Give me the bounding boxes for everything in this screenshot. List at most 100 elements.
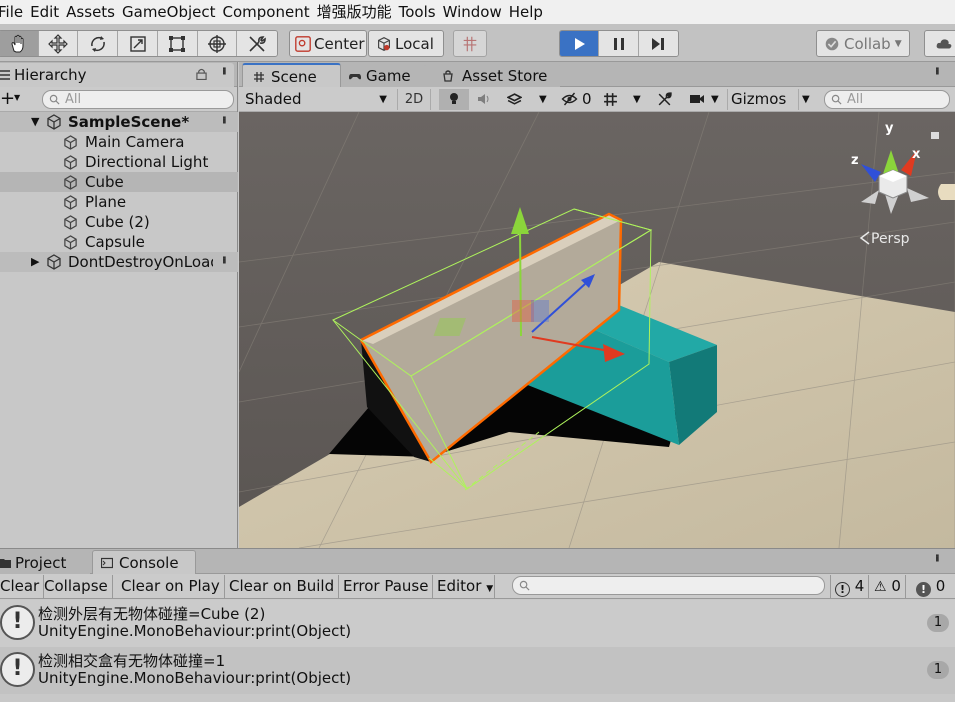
editor-dropdown[interactable]: Editor ▼	[433, 575, 495, 598]
pause-button[interactable]	[599, 31, 639, 56]
scene-row[interactable]: ▼ SampleScene* ...	[0, 112, 238, 132]
clear-on-play-button[interactable]: Clear on Play	[117, 575, 225, 598]
console-message[interactable]: ! 检测相交盒有无物体碰撞=1 UnityEngine.MonoBehaviou…	[0, 647, 955, 694]
log-filter-toggle[interactable]: ! 4	[830, 575, 870, 598]
grid-dropdown[interactable]: ▼	[603, 89, 647, 110]
axis-x-label: x	[912, 147, 921, 162]
collapse-button[interactable]: Collapse	[40, 575, 113, 598]
chevron-down-icon: ▼	[633, 94, 641, 105]
gizmos-dropdown[interactable]: Gizmos ▼	[727, 89, 813, 110]
tab-project[interactable]: Project	[0, 550, 90, 574]
clear-button[interactable]: Clear	[0, 575, 45, 598]
play-button[interactable]	[560, 31, 600, 56]
transform-tool-button[interactable]	[197, 31, 238, 56]
tools-toggle[interactable]	[657, 89, 679, 110]
gameobject-cube-icon	[64, 215, 77, 230]
console-message[interactable]: ! 检测外层有无物体碰撞=Cube (2) UnityEngine.MonoBe…	[0, 600, 955, 647]
speaker-icon	[478, 94, 489, 104]
tab-console[interactable]: Console	[92, 550, 196, 574]
custom-tool-button[interactable]	[237, 31, 277, 56]
menu-assets[interactable]: Assets	[66, 0, 122, 24]
hierarchy-item[interactable]: Capsule	[0, 232, 238, 252]
menu-edit[interactable]: Edit	[30, 0, 66, 24]
hierarchy-item[interactable]: Directional Light	[0, 152, 238, 172]
info-icon: !	[835, 582, 850, 597]
shading-mode-dropdown[interactable]: Shaded ▼	[245, 89, 387, 110]
scene-lock-icon[interactable]	[931, 132, 939, 139]
console-menu-icon[interactable]: ...	[932, 553, 948, 560]
info-message-icon: !	[0, 652, 35, 687]
menu-component[interactable]: Component	[223, 0, 317, 24]
message-text: 检测相交盒有无物体碰撞=1	[38, 652, 226, 670]
effects-dropdown[interactable]: ▼	[506, 89, 547, 110]
hierarchy-search-input[interactable]: All	[42, 90, 234, 109]
message-count-badge: 1	[927, 661, 949, 679]
ddol-menu-icon[interactable]: ...	[219, 255, 235, 262]
hierarchy-item[interactable]: Cube (2)	[0, 212, 238, 232]
add-icon[interactable]: +	[0, 88, 15, 110]
rect-tool-button[interactable]	[157, 31, 198, 56]
hidden-objects-toggle[interactable]: 0	[561, 89, 595, 110]
move-icon	[48, 33, 68, 54]
scene-search-input[interactable]: All	[824, 90, 950, 109]
move-tool-button[interactable]	[38, 31, 79, 56]
menu-window[interactable]: Window	[443, 0, 509, 24]
clear-on-build-button[interactable]: Clear on Build	[225, 575, 340, 598]
error-icon: !	[916, 582, 931, 597]
scene-tab-label: Scene	[271, 68, 317, 86]
rotate-tool-button[interactable]	[78, 31, 119, 56]
scene-canvas[interactable]: y x z Persp	[239, 112, 955, 548]
warning-filter-toggle[interactable]: ⚠ 0	[870, 575, 906, 598]
message-stacktrace: UnityEngine.MonoBehaviour:print(Object)	[38, 669, 352, 687]
hierarchy-menu-icon[interactable]: ...	[219, 66, 235, 73]
add-dropdown-icon[interactable]: ▼	[14, 93, 20, 102]
lock-icon[interactable]	[196, 68, 207, 80]
transform-icon	[207, 34, 226, 53]
expand-arrow-icon[interactable]: ▼	[31, 112, 39, 132]
camera-dropdown[interactable]: ▼	[689, 89, 725, 110]
error-filter-toggle[interactable]: ! 0	[912, 575, 949, 598]
scene-name: SampleScene*	[68, 113, 190, 131]
space-toggle[interactable]: Local	[368, 30, 444, 57]
pivot-toggle[interactable]: Center	[289, 30, 367, 57]
hand-tool-button[interactable]	[0, 31, 39, 56]
collapse-arrow-icon[interactable]: ▶	[31, 252, 39, 272]
scene-panel-menu-icon[interactable]: ...	[932, 66, 948, 73]
scene-menu-icon[interactable]: ...	[219, 115, 235, 122]
tab-game[interactable]: Game	[341, 63, 425, 87]
projection-label[interactable]: Persp	[871, 231, 910, 247]
audio-toggle[interactable]	[471, 89, 497, 110]
tab-asset-store[interactable]: Asset Store	[425, 63, 560, 87]
menu-enhanced[interactable]: 增强版功能	[317, 0, 399, 24]
grid-snap-button[interactable]	[453, 30, 487, 57]
hierarchy-item-selected[interactable]: Cube	[0, 172, 238, 192]
collab-label: Collab	[844, 34, 891, 53]
scene-viewport[interactable]: y x z Persp	[239, 112, 955, 548]
lighting-toggle[interactable]	[439, 89, 469, 110]
console-search-input[interactable]	[512, 576, 825, 595]
ddol-scene-row[interactable]: ▶ DontDestroyOnLoad ...	[0, 252, 238, 272]
menu-help[interactable]: Help	[509, 0, 550, 24]
list-icon	[0, 70, 10, 80]
collab-button[interactable]: Collab ▼	[816, 30, 910, 57]
hierarchy-item[interactable]: Main Camera	[0, 132, 238, 152]
scale-tool-button[interactable]	[118, 31, 158, 56]
error-pause-button[interactable]: Error Pause	[339, 575, 434, 598]
chevron-down-icon: ▼	[486, 584, 494, 594]
hierarchy-search-placeholder: All	[65, 92, 82, 107]
unity-scene-icon	[47, 114, 61, 130]
2d-toggle[interactable]: 2D	[397, 89, 431, 110]
bottom-tabstrip: Project Console ...	[0, 549, 955, 574]
step-button[interactable]	[638, 31, 678, 56]
menu-gameobject[interactable]: GameObject	[122, 0, 223, 24]
hierarchy-item[interactable]: Plane	[0, 192, 238, 212]
cloud-button[interactable]	[924, 30, 955, 57]
menu-file[interactable]: File	[0, 0, 30, 24]
play-icon	[575, 37, 586, 50]
menu-tools[interactable]: Tools	[399, 0, 443, 24]
console-toolbar: Clear Collapse Clear on Play Clear on Bu…	[0, 574, 955, 599]
pivot-center-icon	[295, 35, 311, 52]
scene-panel: Scene Game Asset Store ... Shaded ▼ 2D ▼	[239, 62, 955, 548]
camera-icon	[690, 95, 704, 103]
tab-scene[interactable]: Scene	[242, 63, 341, 87]
